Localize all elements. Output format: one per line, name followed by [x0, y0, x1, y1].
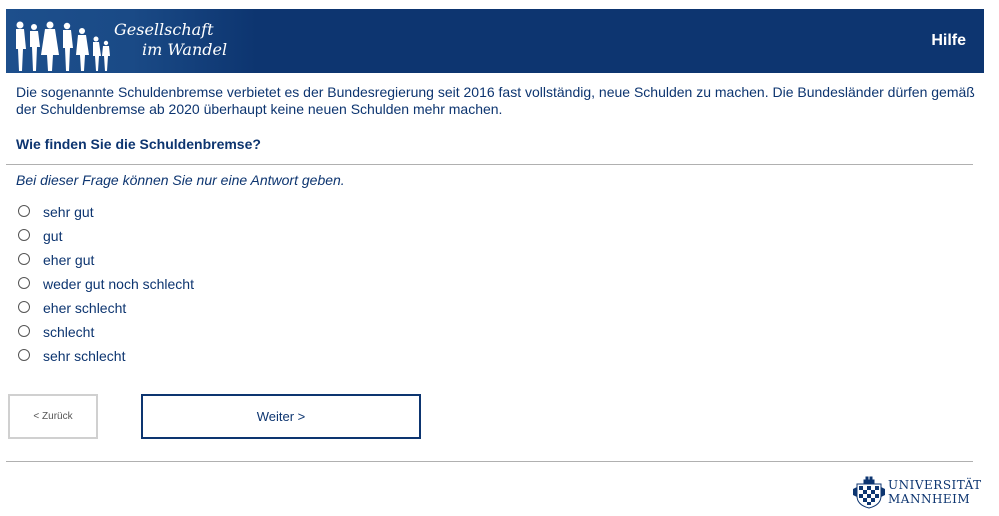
university-crest-icon — [853, 476, 885, 509]
radio-button[interactable] — [18, 276, 30, 289]
question-divider — [6, 164, 973, 165]
footer-divider — [6, 461, 973, 462]
option-schlecht[interactable]: schlecht — [18, 320, 194, 344]
option-sehr-gut[interactable]: sehr gut — [18, 200, 194, 224]
option-label: gut — [43, 228, 63, 244]
option-gut[interactable]: gut — [18, 224, 194, 248]
back-button[interactable]: < Zurück — [8, 394, 98, 439]
intro-text: Die sogenannte Schuldenbremse verbietet … — [16, 84, 975, 117]
option-label: sehr schlecht — [43, 348, 126, 364]
university-name: UNIVERSITÄT MANNHEIM — [888, 478, 982, 506]
logo-line-1: Gesellschaft — [114, 20, 214, 39]
answer-hint: Bei dieser Frage können Sie nur eine Ant… — [16, 172, 345, 188]
radio-button[interactable] — [18, 324, 30, 337]
people-silhouettes-logo — [16, 21, 110, 71]
radio-button[interactable] — [18, 300, 30, 313]
option-eher-gut[interactable]: eher gut — [18, 248, 194, 272]
university-line-1: UNIVERSITÄT — [888, 478, 982, 492]
radio-button[interactable] — [18, 228, 30, 241]
option-label: sehr gut — [43, 204, 94, 220]
option-label: eher schlecht — [43, 300, 127, 316]
option-eher-schlecht[interactable]: eher schlecht — [18, 296, 194, 320]
site-logo-text: Gesellschaft im Wandel — [114, 20, 227, 60]
question-title: Wie finden Sie die Schuldenbremse? — [16, 136, 261, 152]
next-button[interactable]: Weiter > — [141, 394, 421, 439]
option-sehr-schlecht[interactable]: sehr schlecht — [18, 344, 194, 368]
header-bar: Gesellschaft im Wandel Hilfe — [6, 9, 984, 73]
help-link[interactable]: Hilfe — [931, 32, 966, 50]
option-label: weder gut noch schlecht — [43, 276, 194, 292]
option-label: eher gut — [43, 252, 95, 268]
university-logo: UNIVERSITÄT MANNHEIM — [852, 474, 982, 510]
university-line-2: MANNHEIM — [888, 492, 971, 506]
radio-button[interactable] — [18, 204, 30, 217]
option-label: schlecht — [43, 324, 95, 340]
radio-button[interactable] — [18, 252, 30, 265]
option-weder-gut-noch-schlecht[interactable]: weder gut noch schlecht — [18, 272, 194, 296]
answer-options: sehr gut gut eher gut weder gut noch sch… — [18, 200, 194, 368]
logo-line-2: im Wandel — [142, 40, 228, 59]
radio-button[interactable] — [18, 348, 30, 361]
